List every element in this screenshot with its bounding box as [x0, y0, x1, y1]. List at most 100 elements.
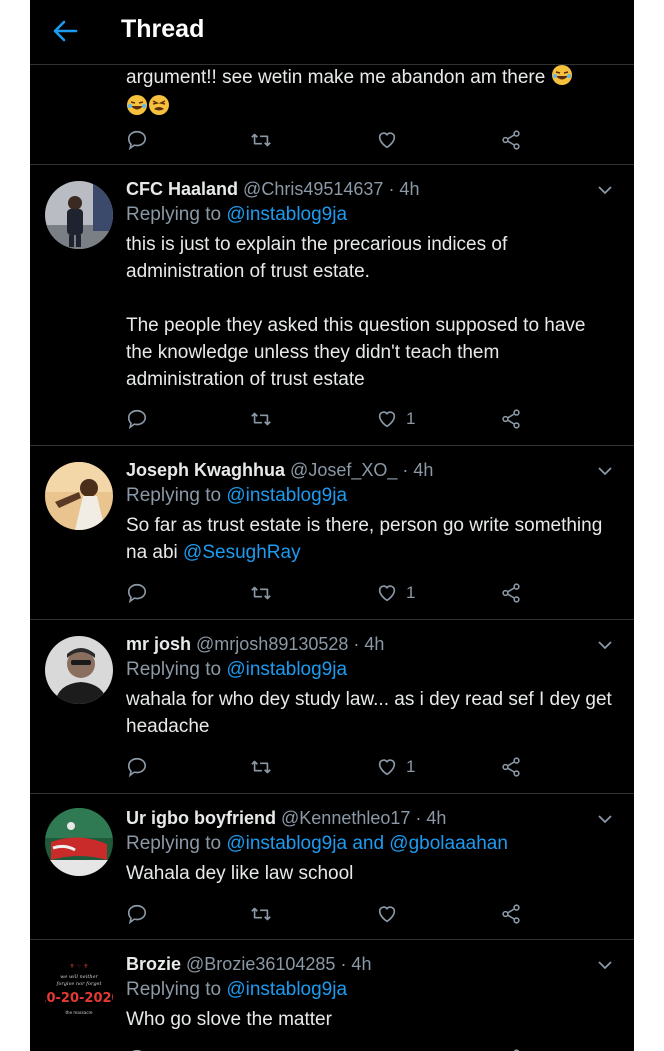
tweet-partial[interactable]: argument!! see wetin make me abandon am … [30, 64, 634, 165]
page-title: Thread [121, 15, 205, 43]
tweet-actions: 1 [126, 406, 526, 432]
avatar[interactable] [45, 808, 113, 876]
author-handle[interactable]: @mrjosh89130528 [196, 634, 348, 654]
tweet-item[interactable]: ✝ ⁘ ✝ we will neitherforgive nor forget 10… [30, 940, 634, 1051]
like-button[interactable] [376, 127, 398, 153]
tweet-meta: Ur igbo boyfriend @Kennethleo17 · 4h [126, 806, 614, 830]
retweet-button[interactable] [250, 127, 272, 153]
author-name[interactable]: Joseph Kwaghhua [126, 460, 285, 480]
svg-text:10-20-2020: 10-20-2020 [45, 991, 113, 1006]
author-name[interactable]: Brozie [126, 954, 181, 974]
share-icon [502, 904, 520, 924]
share-button[interactable] [500, 754, 522, 780]
tweet-feed[interactable]: argument!! see wetin make me abandon am … [30, 64, 634, 1051]
tweet-item[interactable]: Joseph Kwaghhua @Josef_XO_ · 4h Replying… [30, 446, 634, 620]
author-handle[interactable]: @Kennethleo17 [281, 808, 410, 828]
reply-icon [127, 904, 147, 925]
mention-link[interactable]: @instablog9ja [226, 485, 347, 506]
tweet-item[interactable]: CFC Haaland @Chris49514637 · 4h Replying… [30, 165, 634, 446]
like-count: 1 [406, 757, 416, 776]
mention-link[interactable]: @instablog9ja and @gbolaaahan [226, 833, 508, 854]
like-count: 1 [406, 409, 416, 428]
back-arrow-icon[interactable] [52, 18, 78, 44]
like-button[interactable]: 1 [376, 406, 415, 432]
reply-button[interactable] [126, 580, 148, 606]
reply-button[interactable] [126, 406, 148, 432]
retweet-button[interactable] [250, 406, 272, 432]
svg-text:forgive nor forget: forgive nor forget [55, 981, 102, 987]
reply-button[interactable] [126, 127, 148, 153]
tweet-text: this is just to explain the precarious i… [126, 234, 586, 390]
like-button[interactable] [376, 1046, 398, 1051]
tweet-time: · 4h [415, 808, 447, 828]
laughing-emoji-icon [551, 64, 573, 94]
retweet-button[interactable] [250, 580, 272, 606]
avatar[interactable] [45, 181, 113, 249]
tweet-text: So far as trust estate is there, person … [126, 515, 603, 563]
retweet-button[interactable] [250, 901, 272, 927]
retweet-icon [251, 760, 271, 774]
heart-icon [378, 585, 396, 602]
thread-header: Thread [30, 0, 634, 65]
replying-to: Replying to @instablog9ja [126, 659, 348, 680]
author-handle[interactable]: @Brozie36104285 [186, 954, 335, 974]
retweet-button[interactable] [250, 1046, 272, 1051]
author-name[interactable]: Ur igbo boyfriend [126, 808, 276, 828]
retweet-icon [251, 412, 271, 426]
reply-icon [127, 409, 147, 430]
share-icon [502, 130, 520, 150]
tweet-meta: Brozie @Brozie36104285 · 4h [126, 952, 614, 976]
share-icon [502, 583, 520, 603]
heart-icon [378, 132, 396, 149]
share-icon [502, 409, 520, 429]
reply-icon [127, 757, 147, 778]
mention-link[interactable]: @SesughRay [183, 542, 301, 563]
retweet-icon [251, 133, 271, 147]
tired-face-emoji-icon [148, 94, 170, 124]
tweet-time: · 4h [340, 954, 372, 974]
tweet-item[interactable]: Ur igbo boyfriend @Kennethleo17 · 4h Rep… [30, 794, 634, 940]
mention-link[interactable]: @instablog9ja [226, 979, 347, 1000]
author-name[interactable]: mr josh [126, 634, 191, 654]
reply-icon [127, 583, 147, 604]
tweet-time: · 4h [402, 460, 434, 480]
mention-link[interactable]: @instablog9ja [226, 204, 347, 225]
tweet-meta: mr josh @mrjosh89130528 · 4h [126, 632, 614, 656]
chevron-down-icon[interactable] [598, 814, 612, 824]
like-button[interactable] [376, 901, 398, 927]
avatar[interactable]: ✝ ⁘ ✝ we will neitherforgive nor forget 10… [45, 954, 113, 1022]
author-name[interactable]: CFC Haaland [126, 179, 238, 199]
like-button[interactable]: 1 [376, 754, 415, 780]
like-button[interactable]: 1 [376, 580, 415, 606]
chevron-down-icon[interactable] [598, 185, 612, 195]
share-button[interactable] [500, 1046, 522, 1051]
author-handle[interactable]: @Chris49514637 [243, 179, 383, 199]
heart-icon [378, 906, 396, 923]
mention-link[interactable]: @instablog9ja [226, 659, 347, 680]
reply-button[interactable] [126, 754, 148, 780]
avatar[interactable] [45, 462, 113, 530]
chevron-down-icon[interactable] [598, 466, 612, 476]
avatar[interactable] [45, 636, 113, 704]
chevron-down-icon[interactable] [598, 960, 612, 970]
share-button[interactable] [500, 901, 522, 927]
tweet-item[interactable]: mr josh @mrjosh89130528 · 4h Replying to… [30, 620, 634, 794]
share-button[interactable] [500, 127, 522, 153]
tweet-text: Wahala dey like law school [126, 863, 354, 884]
retweet-icon [251, 586, 271, 600]
tweet-text: argument!! see wetin make me abandon am … [126, 64, 614, 124]
reply-icon [127, 130, 147, 151]
chevron-down-icon[interactable] [598, 640, 612, 650]
svg-text:we will neither: we will neither [60, 974, 98, 980]
tweet-text: wahala for who dey study law... as i dey… [126, 689, 612, 737]
share-button[interactable] [500, 406, 522, 432]
svg-text:the massacre: the massacre [65, 1010, 93, 1015]
tweet-actions: 1 [126, 754, 526, 780]
retweet-button[interactable] [250, 754, 272, 780]
reply-button[interactable] [126, 1046, 148, 1051]
author-handle[interactable]: @Josef_XO_ [290, 460, 397, 480]
tweet-actions: 1 [126, 580, 526, 606]
heart-icon [378, 759, 396, 776]
share-button[interactable] [500, 580, 522, 606]
reply-button[interactable] [126, 901, 148, 927]
